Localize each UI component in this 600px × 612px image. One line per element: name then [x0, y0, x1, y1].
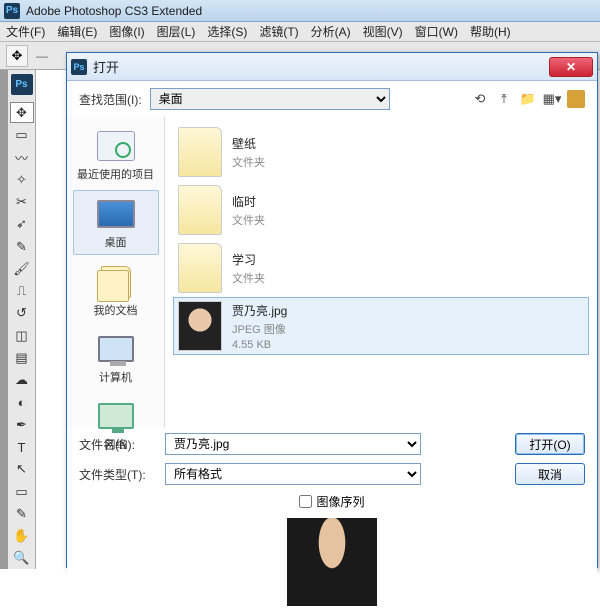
lookin-row: 查找范围(I): 桌面 ⟲ ⤒ 📁 ▦▾ [67, 81, 597, 117]
folder-icon [178, 127, 222, 177]
app-title: Adobe Photoshop CS3 Extended [26, 4, 202, 18]
file-type: 文件夹 [232, 212, 265, 228]
history-brush-tool[interactable]: ↺ [10, 303, 34, 324]
lasso-tool[interactable]: 〰 [10, 147, 34, 168]
open-dialog: Ps 打开 ✕ 查找范围(I): 桌面 ⟲ ⤒ 📁 ▦▾ 最近使用的项目 桌面 [66, 52, 598, 568]
filetype-label: 文件类型(T): [79, 466, 155, 483]
type-tool[interactable]: T [10, 436, 34, 457]
file-list[interactable]: 壁纸 文件夹 临时 文件夹 学习 文件夹 [165, 117, 597, 427]
notes-tool[interactable]: ✎ [10, 503, 34, 524]
crop-tool[interactable]: ✂ [10, 191, 34, 212]
ps-square-icon: Ps [11, 74, 33, 95]
dialog-ps-icon: Ps [71, 59, 87, 75]
blur-tool[interactable]: ☁ [10, 370, 34, 391]
file-type: 文件夹 [232, 270, 265, 286]
menu-filter[interactable]: 滤镜(T) [259, 23, 298, 40]
lookin-label: 查找范围(I): [79, 91, 142, 108]
pen-tool[interactable]: ✒ [10, 414, 34, 435]
newfolder-icon[interactable]: 📁 [519, 90, 537, 108]
dock-strip [0, 70, 8, 569]
close-icon[interactable]: ✕ [549, 57, 593, 77]
shape-tool[interactable]: ▭ [10, 481, 34, 502]
filename-input[interactable]: 贾乃亮.jpg [165, 433, 421, 455]
ps-logo-icon: Ps [4, 3, 20, 19]
gradient-tool[interactable]: ▤ [10, 347, 34, 368]
preview-thumbnail [287, 518, 377, 606]
eraser-tool[interactable]: ◫ [10, 325, 34, 346]
dialog-title: 打开 [93, 57, 549, 76]
filename-label: 文件名(N): [79, 436, 155, 453]
menu-edit[interactable]: 编辑(E) [57, 23, 97, 40]
place-desktop[interactable]: 桌面 [73, 190, 159, 255]
place-recent-label: 最近使用的项目 [77, 166, 154, 182]
image-sequence-label: 图像序列 [316, 493, 364, 510]
computer-icon [98, 336, 134, 362]
file-size: 4.55 KB [232, 339, 287, 351]
menu-view[interactable]: 视图(V) [363, 23, 403, 40]
zoom-tool[interactable]: 🔍 [10, 548, 34, 569]
wand-tool[interactable]: ✧ [10, 169, 34, 190]
dodge-tool[interactable]: ◐ [10, 392, 34, 413]
folder-icon [178, 185, 222, 235]
file-type: 文件夹 [232, 154, 265, 170]
place-computer[interactable]: 计算机 [73, 326, 159, 389]
place-documents-label: 我的文档 [94, 302, 138, 318]
menu-image[interactable]: 图像(I) [109, 23, 144, 40]
jpeg-thumb-icon [178, 301, 222, 351]
toolbox: Ps ✥ ▭ 〰 ✧ ✂ ➶ ✎ 🖌 ⎍ ↺ ◫ ▤ ☁ ◐ ✒ T ↖ ▭ ✎… [8, 70, 36, 569]
network-icon [98, 403, 134, 429]
file-name: 学习 [232, 251, 265, 268]
file-name: 贾乃亮.jpg [232, 302, 287, 319]
move-tool[interactable]: ✥ [10, 102, 34, 123]
viewmenu-icon[interactable]: ▦▾ [543, 90, 561, 108]
dialog-titlebar[interactable]: Ps 打开 ✕ [67, 53, 597, 81]
app-titlebar: Ps Adobe Photoshop CS3 Extended [0, 0, 600, 22]
list-item[interactable]: 壁纸 文件夹 [173, 123, 589, 181]
menu-layer[interactable]: 图层(L) [157, 23, 196, 40]
cancel-button[interactable]: 取消 [515, 463, 585, 485]
file-name: 壁纸 [232, 135, 265, 152]
recent-icon [97, 131, 135, 161]
menu-file[interactable]: 文件(F) [6, 23, 45, 40]
documents-icon [101, 266, 131, 298]
marquee-tool[interactable]: ▭ [10, 124, 34, 145]
healing-tool[interactable]: ✎ [10, 236, 34, 257]
image-sequence-checkbox[interactable] [299, 495, 312, 508]
open-button[interactable]: 打开(O) [515, 433, 585, 455]
menubar: 文件(F) 编辑(E) 图像(I) 图层(L) 选择(S) 滤镜(T) 分析(A… [0, 22, 600, 42]
desktop-icon [97, 200, 135, 228]
folder-icon [178, 243, 222, 293]
brush-tool[interactable]: 🖌 [10, 258, 34, 279]
stamp-tool[interactable]: ⎍ [10, 280, 34, 301]
menu-analysis[interactable]: 分析(A) [311, 23, 351, 40]
canvas-area [36, 70, 66, 569]
menu-help[interactable]: 帮助(H) [470, 23, 511, 40]
up-icon[interactable]: ⤒ [495, 90, 513, 108]
list-item[interactable]: 贾乃亮.jpg JPEG 图像 4.55 KB [173, 297, 589, 355]
list-item[interactable]: 临时 文件夹 [173, 181, 589, 239]
place-documents[interactable]: 我的文档 [73, 259, 159, 322]
file-type: JPEG 图像 [232, 321, 287, 337]
options-separator: — [36, 49, 48, 63]
back-icon[interactable]: ⟲ [471, 90, 489, 108]
menu-select[interactable]: 选择(S) [207, 23, 247, 40]
place-desktop-label: 桌面 [105, 234, 127, 250]
eyedropper-tool[interactable]: ➶ [10, 214, 34, 235]
move-tool-icon[interactable]: ✥ [6, 45, 28, 67]
hand-tool[interactable]: ✋ [10, 526, 34, 547]
list-item[interactable]: 学习 文件夹 [173, 239, 589, 297]
file-name: 临时 [232, 193, 265, 210]
path-tool[interactable]: ↖ [10, 459, 34, 480]
menu-window[interactable]: 窗口(W) [415, 23, 458, 40]
filetype-select[interactable]: 所有格式 [165, 463, 421, 485]
lookin-select[interactable]: 桌面 [150, 88, 390, 110]
places-bar: 最近使用的项目 桌面 我的文档 计算机 网络 [67, 117, 165, 427]
place-computer-label: 计算机 [99, 369, 132, 385]
bridge-icon[interactable] [567, 90, 585, 108]
place-recent[interactable]: 最近使用的项目 [73, 123, 159, 186]
